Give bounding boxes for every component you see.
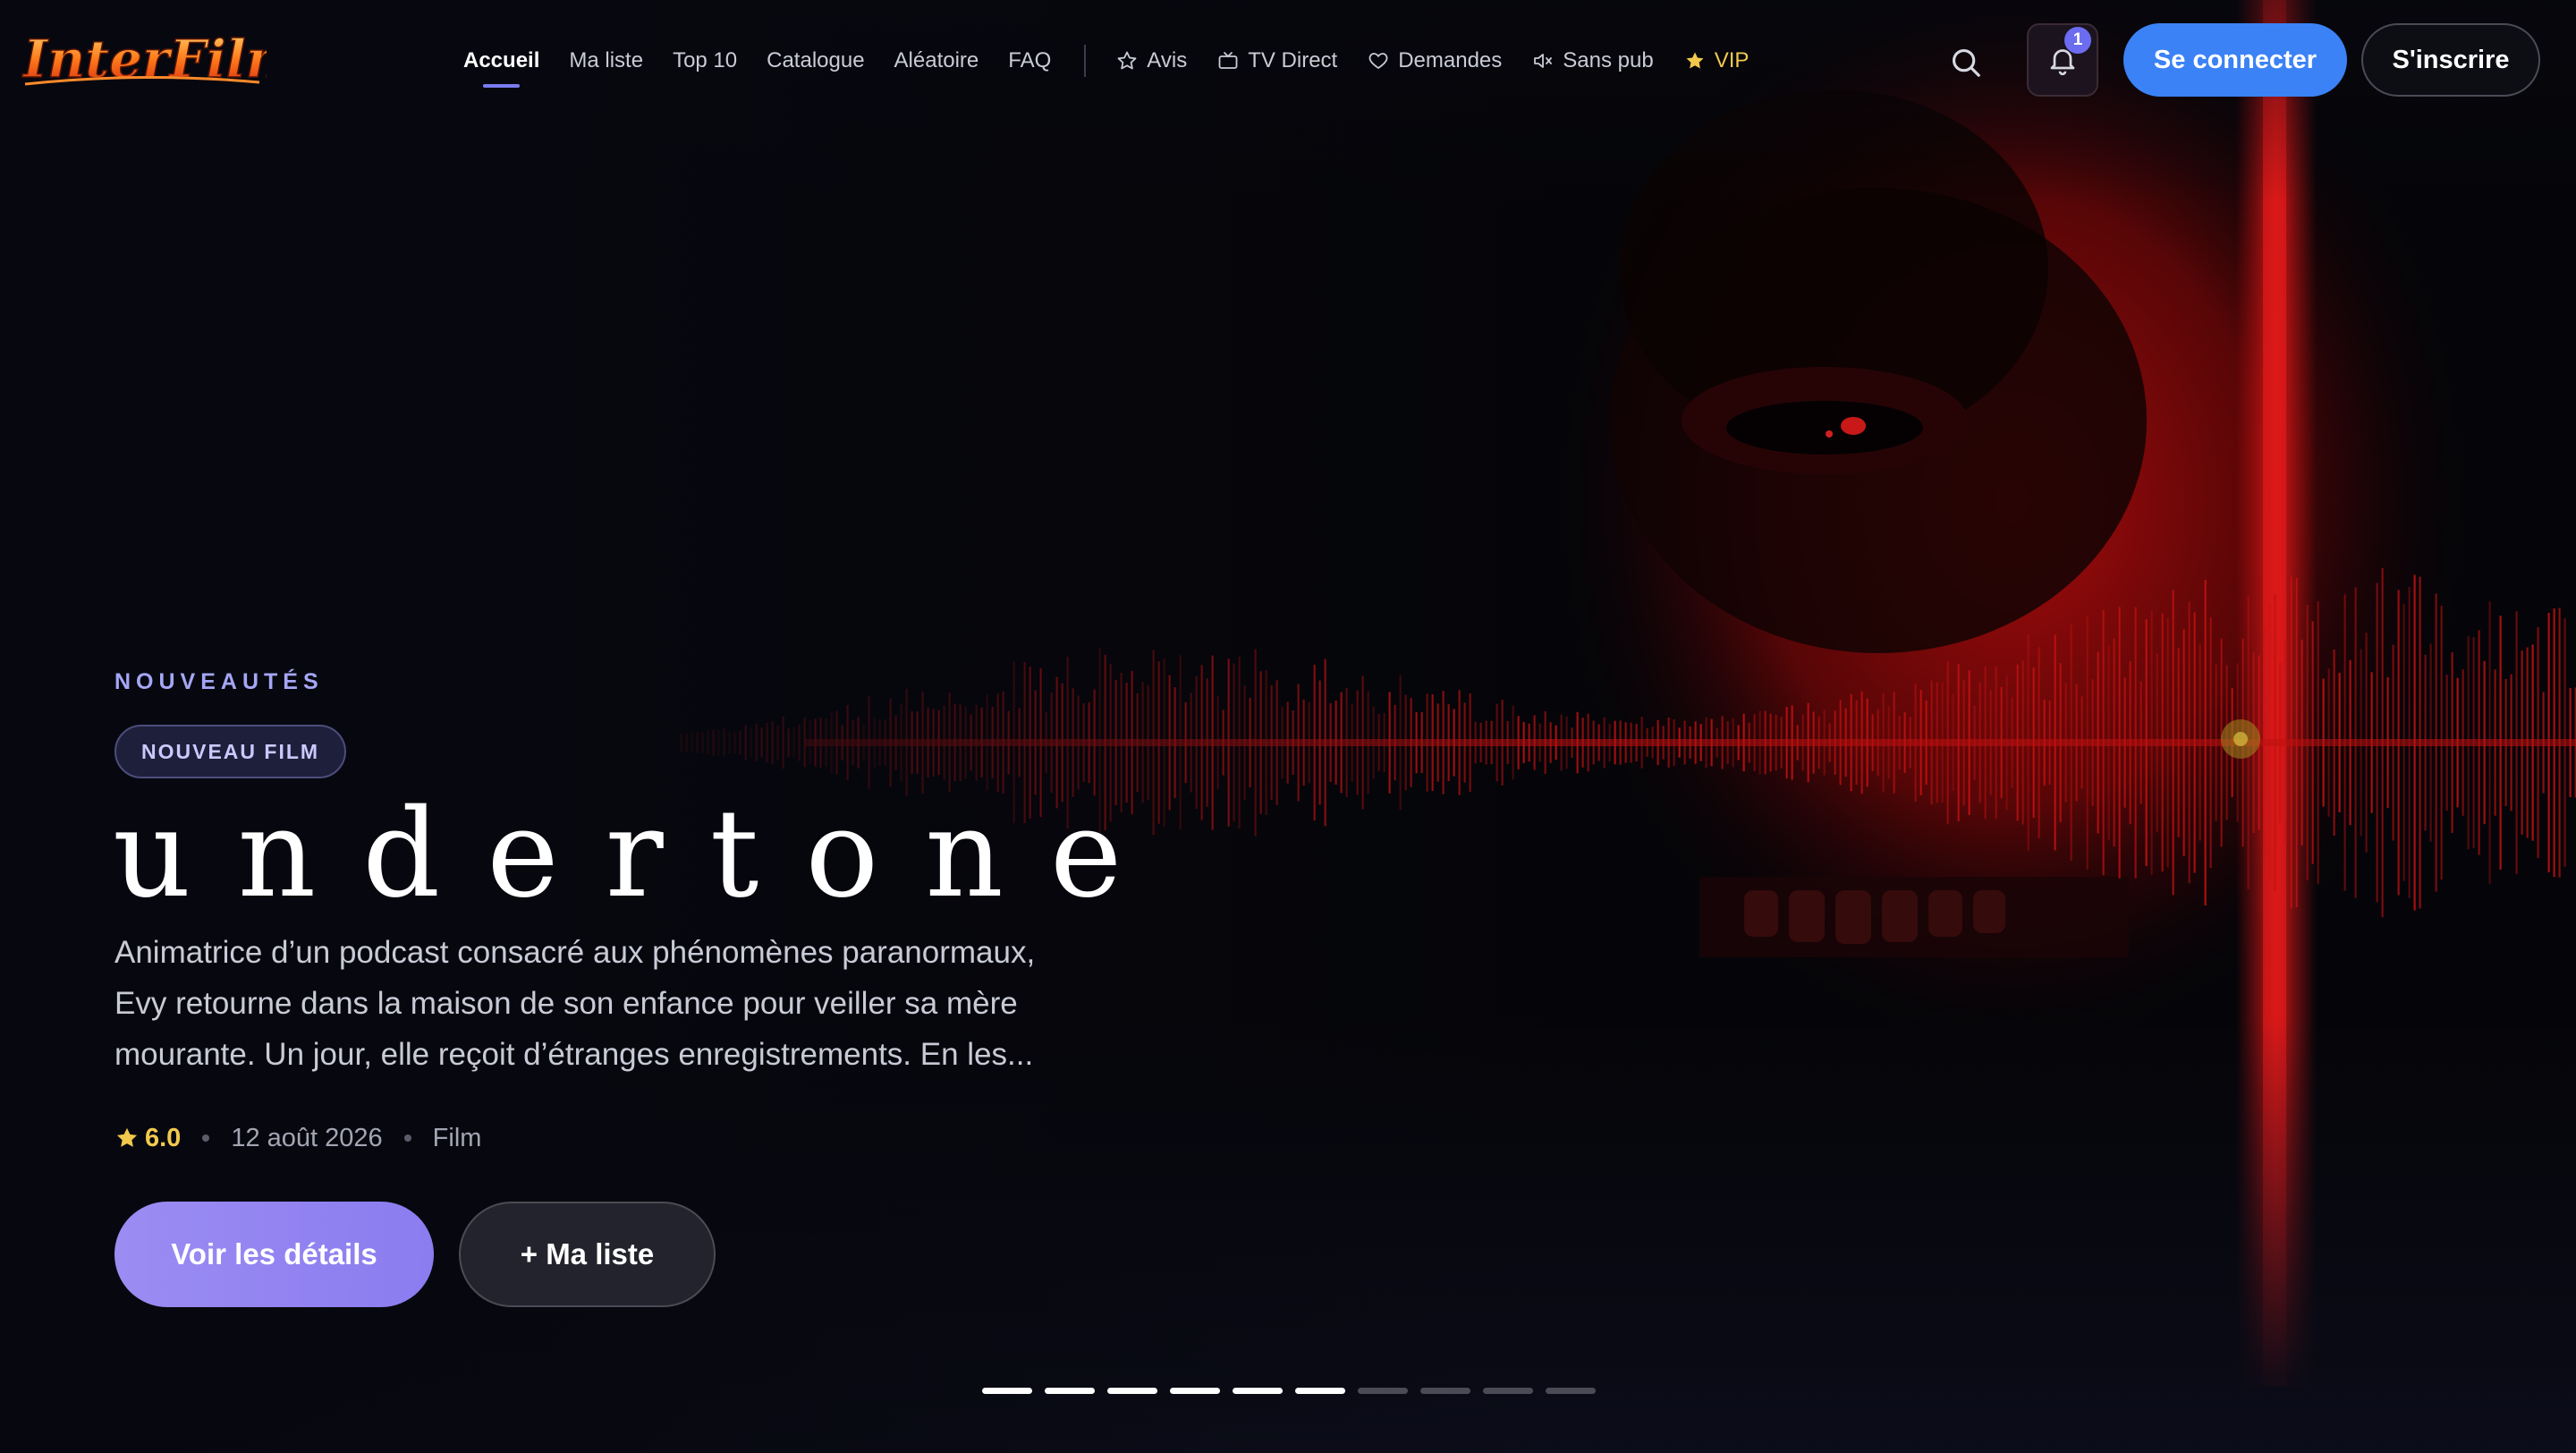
carousel-dot[interactable] bbox=[1045, 1388, 1095, 1394]
new-film-badge: NOUVEAU FILM bbox=[114, 725, 347, 778]
nav-item-demandes[interactable]: Demandes bbox=[1368, 48, 1502, 73]
nav-item-tv-direct[interactable]: TV Direct bbox=[1217, 48, 1337, 73]
nav-link-catalogue[interactable]: Catalogue bbox=[767, 48, 864, 73]
nav-link-top-10[interactable]: Top 10 bbox=[673, 48, 737, 73]
carousel-dot[interactable] bbox=[1170, 1388, 1220, 1394]
section-eyebrow: NOUVEAUTÉS bbox=[114, 669, 324, 694]
carousel-dot[interactable] bbox=[1233, 1388, 1283, 1394]
meta-separator bbox=[403, 1134, 411, 1142]
carousel-dot[interactable] bbox=[1546, 1388, 1596, 1394]
signup-button[interactable]: S'inscrire bbox=[2361, 23, 2540, 97]
star-filled-icon bbox=[116, 1127, 138, 1147]
search-button[interactable] bbox=[1941, 38, 1991, 88]
view-details-button[interactable]: Voir les détails bbox=[114, 1202, 434, 1307]
nav-divider bbox=[1084, 45, 1087, 77]
notification-count-badge: 1 bbox=[2064, 27, 2091, 54]
nav-link-aleatoire[interactable]: Aléatoire bbox=[894, 48, 979, 73]
notifications-button[interactable]: 1 bbox=[2027, 23, 2098, 97]
mute-icon bbox=[1534, 54, 1553, 68]
content-type: Film bbox=[432, 1123, 482, 1152]
rating: 6.0 bbox=[114, 1124, 181, 1153]
carousel-dot[interactable] bbox=[982, 1388, 1032, 1394]
nav-item-label: Avis bbox=[1147, 48, 1188, 72]
hero-meta: 6.0 12 août 2026 Film bbox=[114, 1118, 481, 1158]
login-button[interactable]: Se connecter bbox=[2123, 23, 2347, 97]
nav-link-ma-liste[interactable]: Ma liste bbox=[569, 48, 643, 73]
nav-item-sans-pub[interactable]: Sans pub bbox=[1532, 48, 1654, 73]
carousel-dot[interactable] bbox=[1483, 1388, 1533, 1394]
hero-synopsis: Animatrice d’un podcast consacré aux phé… bbox=[114, 935, 1036, 1072]
main-nav: Accueil Ma liste Top 10 Catalogue Aléato… bbox=[463, 0, 1779, 122]
star-filled-icon bbox=[1686, 52, 1704, 69]
star-outline-icon bbox=[1117, 51, 1137, 70]
meta-separator bbox=[202, 1134, 210, 1142]
add-to-list-button[interactable]: + Ma liste bbox=[459, 1202, 716, 1307]
nav-item-label: Sans pub bbox=[1563, 48, 1654, 72]
carousel-dot[interactable] bbox=[1420, 1388, 1470, 1394]
nav-item-label: TV Direct bbox=[1248, 48, 1338, 72]
rating-value: 6.0 bbox=[145, 1123, 182, 1152]
carousel-pagination bbox=[982, 1388, 1608, 1394]
nav-link-faq[interactable]: FAQ bbox=[1008, 48, 1051, 73]
nav-item-vip[interactable]: VIP bbox=[1684, 48, 1750, 73]
hero-title: undertone bbox=[113, 784, 1169, 925]
carousel-dot[interactable] bbox=[1295, 1388, 1345, 1394]
release-date: 12 août 2026 bbox=[231, 1123, 383, 1152]
carousel-dot[interactable] bbox=[1358, 1388, 1408, 1394]
interfilm-logo[interactable]: InterFilm bbox=[16, 20, 267, 97]
carousel-dot[interactable] bbox=[1107, 1388, 1157, 1394]
nav-item-label: Demandes bbox=[1398, 48, 1503, 72]
heart-icon bbox=[1368, 53, 1388, 69]
search-icon bbox=[1952, 48, 1980, 77]
page: InterFilm Accueil Ma liste Top 10 Catalo… bbox=[0, 0, 2576, 1453]
nav-item-avis[interactable]: Avis bbox=[1116, 48, 1187, 73]
nav-link-accueil[interactable]: Accueil bbox=[463, 48, 539, 88]
tv-icon bbox=[1218, 52, 1238, 69]
nav-item-label: VIP bbox=[1714, 48, 1750, 72]
top-navigation-bar: InterFilm Accueil Ma liste Top 10 Catalo… bbox=[0, 0, 2576, 122]
